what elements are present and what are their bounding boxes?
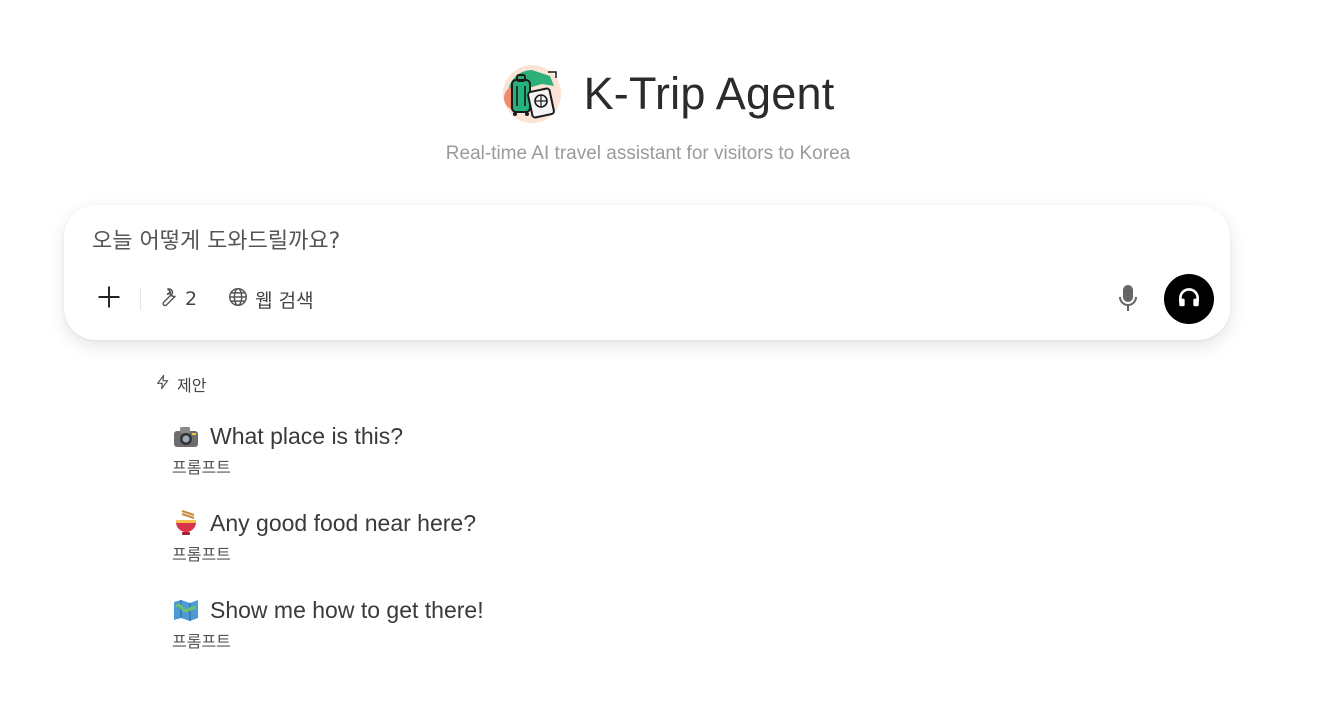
headphones-icon — [1176, 284, 1202, 315]
suggestion-subtitle: 프롬프트 — [172, 545, 231, 564]
suggestion-subtitle: 프롬프트 — [172, 458, 231, 477]
toolbar-divider — [140, 288, 141, 310]
noodle-bowl-icon — [172, 509, 200, 537]
tools-count: 2 — [185, 288, 198, 310]
chat-composer: 2 웹 검색 — [64, 205, 1230, 340]
plus-icon — [96, 284, 122, 315]
voice-mode-button[interactable] — [1164, 274, 1214, 324]
page: K-Trip Agent Real-time AI travel assista… — [0, 0, 1336, 703]
suggestion-title: Any good food near here? — [210, 509, 476, 536]
composer-toolbar: 2 웹 검색 — [90, 279, 320, 319]
suggestion-title: Show me how to get there! — [210, 596, 484, 623]
wrench-icon — [157, 286, 179, 313]
suggestion-title: What place is this? — [210, 422, 404, 449]
suggestion-item[interactable]: Show me how to get there! 프롬프트 — [172, 594, 484, 652]
suitcase-passport-icon — [502, 64, 562, 124]
suggestion-subtitle: 프롬프트 — [172, 632, 231, 651]
app-header: K-Trip Agent — [0, 64, 1336, 124]
tools-button[interactable]: 2 — [151, 281, 203, 317]
suggestions-header: 제안 — [155, 372, 206, 396]
add-button[interactable] — [90, 281, 128, 317]
camera-icon — [172, 422, 200, 450]
globe-icon — [227, 286, 249, 313]
app-title: K-Trip Agent — [583, 68, 835, 119]
microphone-button[interactable] — [1114, 283, 1142, 317]
map-icon — [172, 596, 200, 624]
chat-input[interactable] — [92, 225, 1092, 257]
suggestion-item[interactable]: What place is this? 프롬프트 — [172, 420, 403, 478]
web-search-label: 웹 검색 — [255, 289, 314, 312]
web-search-button[interactable]: 웹 검색 — [221, 281, 319, 317]
lightning-icon — [155, 374, 171, 394]
suggestion-item[interactable]: Any good food near here? 프롬프트 — [172, 507, 476, 565]
microphone-icon — [1117, 283, 1139, 318]
suggestions-label: 제안 — [177, 376, 207, 395]
app-subtitle: Real-time AI travel assistant for visito… — [445, 143, 851, 164]
